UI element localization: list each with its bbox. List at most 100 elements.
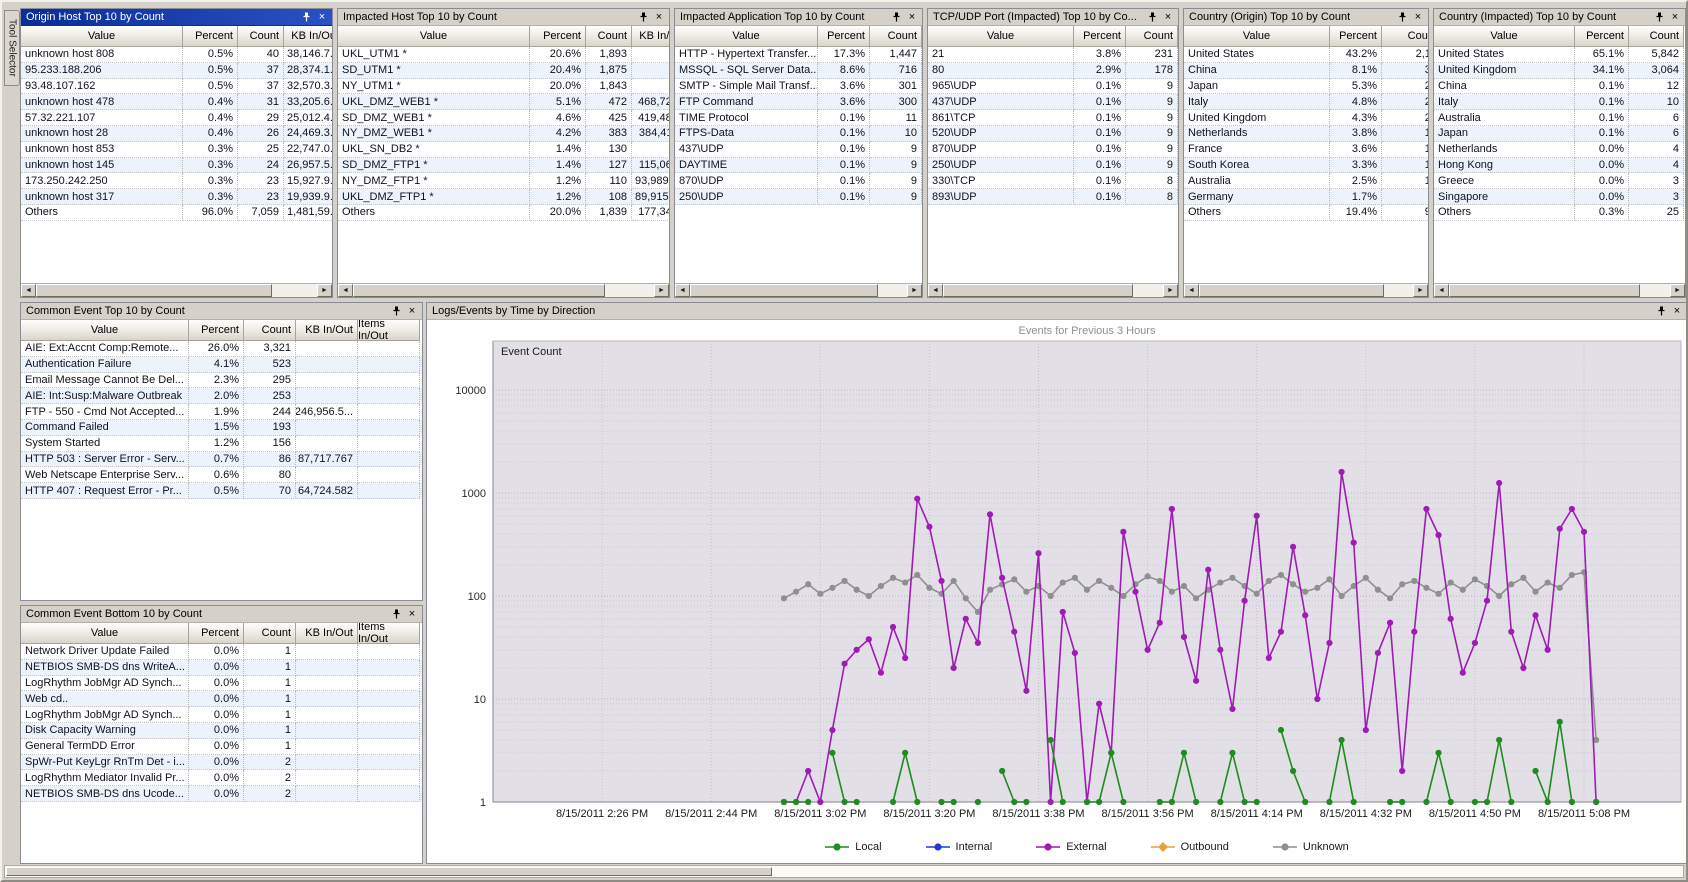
table-row[interactable]: unknown host 3170.3%2319,939.9... <box>21 189 332 205</box>
close-icon[interactable]: × <box>1161 10 1175 24</box>
column-header-count[interactable]: Count <box>586 26 632 47</box>
horizontal-scrollbar[interactable] <box>4 865 1684 878</box>
column-header-kb-in-out[interactable]: KB In/Out <box>284 26 332 47</box>
table-row[interactable]: France3.6%17 <box>1184 142 1428 158</box>
table-row[interactable]: 93.48.107.1620.5%3732,570.3... <box>21 79 332 95</box>
table-row[interactable]: 437\UDP0.1%9 <box>675 142 922 158</box>
table-row[interactable]: Japan0.1%6 <box>1434 126 1685 142</box>
scroll-right-button[interactable]: ► <box>317 284 332 297</box>
table-row[interactable]: FTP - 550 - Cmd Not Accepted...1.9%24424… <box>21 404 422 420</box>
table-row[interactable]: Others19.4%94 <box>1184 205 1428 221</box>
table-row[interactable]: FTPS-Data0.1%10 <box>675 126 922 142</box>
scrollbar-track[interactable] <box>1640 284 1670 297</box>
pin-icon[interactable] <box>389 607 403 621</box>
close-icon[interactable]: × <box>315 10 329 24</box>
scroll-right-button[interactable]: ► <box>1670 284 1685 297</box>
table-row[interactable]: SMTP - Simple Mail Transf...3.6%301 <box>675 79 922 95</box>
column-header-count[interactable]: Count <box>244 320 296 341</box>
table-row[interactable]: 520\UDP0.1%9 <box>928 126 1178 142</box>
pin-icon[interactable] <box>1652 10 1666 24</box>
table-row[interactable]: FTP Command3.6%300 <box>675 94 922 110</box>
horizontal-scrollbar[interactable]: ◄► <box>1434 283 1685 297</box>
table-row[interactable]: UKL_UTM1 *20.6%1,893 <box>338 47 669 63</box>
column-header-value[interactable]: Value <box>1434 26 1575 47</box>
scrollbar-track[interactable] <box>878 284 907 297</box>
legend-item-external[interactable]: External <box>1036 841 1106 853</box>
table-row[interactable]: 250\UDP0.1%9 <box>675 189 922 205</box>
column-header-percent[interactable]: Percent <box>1575 26 1629 47</box>
column-header-value[interactable]: Value <box>21 320 189 341</box>
scroll-right-button[interactable]: ► <box>1413 284 1428 297</box>
table-row[interactable]: NY_DMZ_WEB1 *4.2%383384,411... <box>338 126 669 142</box>
pin-icon[interactable] <box>299 10 313 24</box>
scrollbar-thumb[interactable] <box>1449 284 1640 297</box>
table-row[interactable]: Authentication Failure4.1%523 <box>21 357 422 373</box>
table-row[interactable]: Netherlands3.8%18 <box>1184 126 1428 142</box>
table-row[interactable]: SD_UTM1 *20.4%1,875 <box>338 63 669 79</box>
table-row[interactable]: 965\UDP0.1%9 <box>928 79 1178 95</box>
close-icon[interactable]: × <box>405 304 419 318</box>
column-header-count[interactable]: Count <box>1382 26 1428 47</box>
column-header-percent[interactable]: Percent <box>1330 26 1382 47</box>
close-icon[interactable]: × <box>1670 304 1684 318</box>
table-row[interactable]: Email Message Cannot Be Del...2.3%295 <box>21 373 422 389</box>
table-row[interactable]: System Started1.2%156 <box>21 436 422 452</box>
table-row[interactable]: 57.32.221.1070.4%2925,012.4... <box>21 110 332 126</box>
column-header-kb-in-out[interactable]: KB In/Out <box>296 320 358 341</box>
pin-icon[interactable] <box>389 304 403 318</box>
table-row[interactable]: LogRhythm JobMgr AD Synch...0.0%1 <box>21 676 422 692</box>
scroll-right-button[interactable]: ► <box>907 284 922 297</box>
table-row[interactable]: SD_DMZ_FTP1 *1.4%127115,063... <box>338 158 669 174</box>
table-row[interactable]: UKL_SN_DB2 *1.4%130 <box>338 142 669 158</box>
horizontal-scrollbar[interactable]: ◄► <box>338 283 669 297</box>
table-row[interactable]: Command Failed1.5%193 <box>21 420 422 436</box>
table-row[interactable]: China0.1%12 <box>1434 79 1685 95</box>
table-row[interactable]: Italy0.1%10 <box>1434 94 1685 110</box>
close-icon[interactable]: × <box>405 607 419 621</box>
table-row[interactable]: Germany1.7%8 <box>1184 189 1428 205</box>
pin-icon[interactable] <box>1654 304 1668 318</box>
table-row[interactable]: NETBIOS SMB-DS dns WriteA...0.0%1 <box>21 660 422 676</box>
column-header-items-in-out[interactable]: Items In/Out <box>358 623 420 644</box>
table-row[interactable]: Singapore0.0%3 <box>1434 189 1685 205</box>
scrollbar-track[interactable] <box>1384 284 1413 297</box>
scroll-right-button[interactable]: ► <box>654 284 669 297</box>
scrollbar-thumb[interactable] <box>353 284 605 297</box>
table-row[interactable]: LogRhythm JobMgr AD Synch...0.0%1 <box>21 707 422 723</box>
table-row[interactable]: NY_UTM1 *20.0%1,843 <box>338 79 669 95</box>
table-row[interactable]: Hong Kong0.0%4 <box>1434 158 1685 174</box>
scroll-right-button[interactable]: ► <box>1163 284 1178 297</box>
column-header-value[interactable]: Value <box>338 26 530 47</box>
legend-item-outbound[interactable]: Outbound <box>1151 841 1229 853</box>
table-row[interactable]: Others20.0%1,839177,346... <box>338 205 669 221</box>
pin-icon[interactable] <box>636 10 650 24</box>
column-header-percent[interactable]: Percent <box>189 320 244 341</box>
table-row[interactable]: 330\TCP0.1%8 <box>928 173 1178 189</box>
column-header-count[interactable]: Count <box>238 26 284 47</box>
horizontal-scrollbar[interactable]: ◄► <box>675 283 922 297</box>
table-row[interactable]: DAYTIME0.1%9 <box>675 158 922 174</box>
table-row[interactable]: HTTP 407 : Request Error - Pr...0.5%7064… <box>21 483 422 499</box>
table-row[interactable]: AIE: Ext:Accnt Comp:Remote...26.0%3,321 <box>21 341 422 357</box>
table-row[interactable]: Others0.3%25 <box>1434 205 1685 221</box>
legend-item-unknown[interactable]: Unknown <box>1273 841 1349 853</box>
horizontal-scrollbar[interactable]: ◄► <box>1184 283 1428 297</box>
tool-selector-tab[interactable]: Tool Selector <box>4 10 20 86</box>
table-row[interactable]: General TermDD Error0.0%1 <box>21 739 422 755</box>
legend-item-internal[interactable]: Internal <box>926 841 993 853</box>
scrollbar-thumb[interactable] <box>6 867 772 876</box>
table-row[interactable]: Web cd..0.0%1 <box>21 691 422 707</box>
table-row[interactable]: LogRhythm Mediator Invalid Pr...0.0%2 <box>21 770 422 786</box>
scroll-left-button[interactable]: ◄ <box>1434 284 1449 297</box>
column-header-items-in-out[interactable]: Items In/Out <box>358 320 420 341</box>
column-header-value[interactable]: Value <box>675 26 818 47</box>
table-row[interactable]: 893\UDP0.1%8 <box>928 189 1178 205</box>
scrollbar-track[interactable] <box>605 284 654 297</box>
table-row[interactable]: unknown host 8080.5%4038,146.7... <box>21 47 332 63</box>
legend-item-local[interactable]: Local <box>825 841 881 853</box>
scroll-left-button[interactable]: ◄ <box>21 284 36 297</box>
table-row[interactable]: United Kingdom4.3%20 <box>1184 110 1428 126</box>
table-row[interactable]: Japan5.3%25 <box>1184 79 1428 95</box>
pin-icon[interactable] <box>1395 10 1409 24</box>
table-row[interactable]: 861\TCP0.1%9 <box>928 110 1178 126</box>
